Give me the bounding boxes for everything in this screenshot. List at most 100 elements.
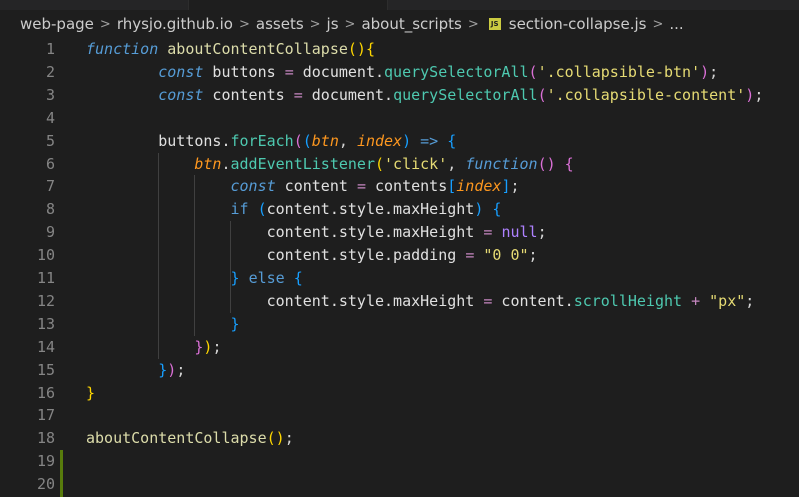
- code-token: ): [402, 131, 412, 150]
- chevron-right-icon: >: [99, 16, 111, 32]
- tab-strip: [0, 0, 799, 10]
- code-text: });: [86, 336, 221, 359]
- code-token: (: [528, 62, 538, 81]
- code-token: +: [691, 291, 701, 310]
- code-token: {: [365, 40, 375, 58]
- breadcrumb-item-about-scripts[interactable]: about_scripts: [361, 15, 461, 33]
- code-token: =>: [420, 131, 439, 150]
- code-line[interactable]: 4: [0, 107, 799, 130]
- code-token: querySelectorAll: [384, 62, 529, 81]
- line-number: 17: [36, 406, 55, 425]
- code-token: }: [86, 383, 96, 402]
- code-token: else: [248, 269, 285, 287]
- line-number: 11: [36, 269, 55, 287]
- code-token: buttons: [203, 62, 285, 81]
- breadcrumb-item-assets[interactable]: assets: [256, 15, 304, 33]
- line-number: 14: [36, 337, 55, 356]
- code-token: const: [158, 62, 204, 81]
- code-token: content.: [492, 291, 574, 310]
- code-text: }: [86, 382, 95, 405]
- code-token: {: [447, 131, 457, 150]
- code-line[interactable]: 7 const content = contents[index];: [0, 175, 799, 198]
- breadcrumb-item-file[interactable]: section-collapse.js: [509, 15, 647, 33]
- code-token: document.: [302, 85, 394, 104]
- code-token: ,: [447, 154, 466, 173]
- chevron-right-icon: >: [652, 16, 664, 32]
- code-line[interactable]: 5 buttons.forEach((btn, index) => {: [0, 130, 799, 153]
- line-number: 1: [45, 40, 55, 58]
- code-token: (: [293, 131, 303, 150]
- breadcrumb-item-js[interactable]: js: [327, 15, 339, 33]
- code-token: ;: [709, 62, 719, 81]
- code-token: btn: [311, 131, 339, 150]
- code-line[interactable]: 18 aboutContentCollapse();: [0, 427, 799, 450]
- line-number: 20: [36, 475, 55, 494]
- code-token: {: [492, 200, 502, 219]
- code-token: (: [375, 154, 385, 173]
- active-editor-tab[interactable]: [188, 0, 388, 10]
- code-token: content.style.maxHeight: [266, 223, 484, 242]
- code-line[interactable]: 16}: [0, 382, 799, 405]
- code-token: aboutContentCollapse: [167, 40, 348, 58]
- code-text: content.style.maxHeight = content.scroll…: [86, 290, 755, 313]
- code-line[interactable]: 11 } else {: [0, 267, 799, 290]
- line-number: 3: [45, 85, 55, 104]
- code-token: const: [230, 177, 276, 196]
- code-token: (): [266, 429, 285, 448]
- code-token: content.style.maxHeight: [266, 291, 484, 310]
- code-token: (): [347, 40, 366, 58]
- code-line[interactable]: 2 const buttons = document.querySelector…: [0, 61, 799, 84]
- line-number: 16: [36, 383, 55, 402]
- line-number: 15: [36, 360, 55, 379]
- code-line[interactable]: 19: [0, 450, 799, 473]
- code-token: }: [158, 360, 168, 379]
- code-line[interactable]: 6 btn.addEventListener('click', function…: [0, 153, 799, 176]
- code-line[interactable]: 8 if (content.style.maxHeight) {: [0, 198, 799, 221]
- code-token: ;: [528, 246, 538, 265]
- code-token: ): [745, 85, 755, 104]
- code-token: =: [465, 246, 475, 265]
- code-line[interactable]: 13 }: [0, 313, 799, 336]
- code-line[interactable]: 20: [0, 473, 799, 496]
- code-line[interactable]: 14 });: [0, 336, 799, 359]
- code-line[interactable]: 3 const contents = document.querySelecto…: [0, 84, 799, 107]
- code-token: btn: [194, 154, 222, 173]
- code-line[interactable]: 1 function aboutContentCollapse(){: [0, 38, 799, 61]
- line-number: 2: [45, 62, 55, 81]
- code-token: ;: [212, 337, 222, 356]
- code-text: btn.addEventListener('click', function()…: [86, 153, 573, 176]
- code-token: ): [167, 360, 177, 379]
- line-number: 6: [45, 154, 55, 173]
- code-token: content: [275, 177, 357, 196]
- code-token: ;: [284, 429, 294, 448]
- breadcrumb-item-web-page[interactable]: web-page: [20, 15, 94, 33]
- code-token: (): [537, 154, 556, 173]
- code-token: function: [86, 40, 159, 58]
- code-editor[interactable]: 1 function aboutContentCollapse(){2 const…: [0, 38, 799, 497]
- code-text: if (content.style.maxHeight) {: [86, 198, 502, 221]
- code-line[interactable]: 12 content.style.maxHeight = content.scr…: [0, 290, 799, 313]
- code-token: aboutContentCollapse: [86, 429, 267, 448]
- code-text: } else {: [86, 267, 303, 290]
- code-line[interactable]: 9 content.style.maxHeight = null;: [0, 221, 799, 244]
- chevron-right-icon: >: [309, 16, 321, 32]
- breadcrumb-item-repo[interactable]: rhysjo.github.io: [117, 15, 233, 33]
- code-line[interactable]: 10 content.style.padding = "0 0";: [0, 244, 799, 267]
- code-token: (: [257, 200, 267, 219]
- code-token: "0 0": [483, 246, 529, 265]
- code-text: });: [86, 359, 185, 382]
- code-line[interactable]: 15 });: [0, 359, 799, 382]
- code-line[interactable]: 17: [0, 404, 799, 427]
- breadcrumb-symbols-ellipsis[interactable]: ...: [669, 15, 683, 33]
- code-text: }: [86, 313, 240, 336]
